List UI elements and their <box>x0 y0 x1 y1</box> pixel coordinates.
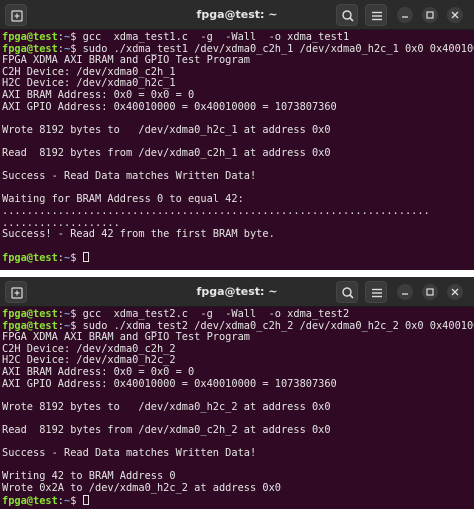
close-icon <box>451 11 459 19</box>
output-line: AXI BRAM Address: 0x0 = 0x0 = 0 <box>2 365 195 378</box>
search-icon <box>342 10 354 22</box>
hamburger-menu-icon <box>372 288 382 298</box>
search-button[interactable] <box>336 4 358 26</box>
terminal-window-2[interactable]: fpga@test: ~ fpga@test:~$ gcc xdma_test2… <box>0 277 474 509</box>
prompt-user: fpga@test <box>2 42 58 55</box>
prompt-sign: $ <box>70 494 83 507</box>
text-cursor[interactable] <box>82 494 89 505</box>
maximize-button[interactable] <box>422 7 438 23</box>
minimize-button[interactable] <box>397 7 413 23</box>
minimize-icon <box>402 16 408 18</box>
prompt-user: fpga@test <box>2 319 58 332</box>
close-button[interactable] <box>447 284 463 300</box>
output-line: Wrote 8192 bytes to /dev/xdma0_h2c_2 at … <box>2 400 331 413</box>
title-bar[interactable]: fpga@test: ~ <box>0 277 474 307</box>
output-line: Success - Read Data matches Written Data… <box>2 447 257 460</box>
maximize-icon <box>426 11 434 19</box>
hamburger-menu-icon <box>372 11 382 21</box>
output-line: AXI GPIO Address: 0x40010000 = 0x4001000… <box>2 100 337 113</box>
menu-button[interactable] <box>365 4 387 26</box>
menu-button[interactable] <box>365 281 387 303</box>
output-line: AXI BRAM Address: 0x0 = 0x0 = 0 <box>2 88 195 101</box>
text-cursor[interactable] <box>82 252 89 263</box>
terminal-window-1[interactable]: fpga@test: ~ fpga@test:~$ gcc xdma_test1… <box>0 0 474 270</box>
output-line: Read 8192 bytes from /dev/xdma0_c2h_2 at… <box>2 423 331 436</box>
minimize-button[interactable] <box>397 284 413 300</box>
search-button[interactable] <box>336 281 358 303</box>
prompt-user: fpga@test <box>2 494 58 507</box>
prompt-sign: $ <box>70 319 83 332</box>
output-line: Wrote 8192 bytes to /dev/xdma0_h2c_1 at … <box>2 123 331 136</box>
terminal-output[interactable]: fpga@test:~$ gcc xdma_test1.c -g -Wall -… <box>0 30 474 264</box>
maximize-button[interactable] <box>422 284 438 300</box>
prompt-user: fpga@test <box>2 252 58 265</box>
close-button[interactable] <box>447 7 463 23</box>
prompt-sign: $ <box>70 42 83 55</box>
command-text: gcc xdma_test2.c -g -Wall -o xdma_test2 <box>82 308 350 320</box>
output-line: Success - Read Data matches Written Data… <box>2 170 257 183</box>
output-line: ........................................… <box>2 204 430 217</box>
title-bar[interactable]: fpga@test: ~ <box>0 0 474 30</box>
prompt-user: fpga@test <box>2 308 58 320</box>
output-line: Success! - Read 42 from the first BRAM b… <box>2 228 275 241</box>
prompt-sign: $ <box>70 252 83 265</box>
terminal-output[interactable]: fpga@test:~$ gcc xdma_test2.c -g -Wall -… <box>0 307 474 506</box>
command-text: sudo ./xdma_test1 /dev/xdma0_c2h_1 /dev/… <box>82 42 474 55</box>
command-text: gcc xdma_test1.c -g -Wall -o xdma_test1 <box>82 31 350 43</box>
close-icon <box>451 288 459 296</box>
search-icon <box>342 287 354 299</box>
output-line: AXI GPIO Address: 0x40010000 = 0x4001000… <box>2 377 337 390</box>
output-line: Read 8192 bytes from /dev/xdma0_c2h_1 at… <box>2 146 331 159</box>
output-line: Wrote 0x2A to /dev/xdma0_h2c_2 at addres… <box>2 481 281 494</box>
minimize-icon <box>402 293 408 295</box>
maximize-icon <box>426 288 434 296</box>
prompt-sign: $ <box>70 308 83 320</box>
prompt-sign: $ <box>70 31 83 43</box>
prompt-user: fpga@test <box>2 31 58 43</box>
prompt-line: fpga@test:~$ <box>2 494 474 507</box>
command-text: sudo ./xdma_test2 /dev/xdma0_c2h_2 /dev/… <box>82 319 474 332</box>
prompt-line: fpga@test:~$ <box>2 252 474 264</box>
